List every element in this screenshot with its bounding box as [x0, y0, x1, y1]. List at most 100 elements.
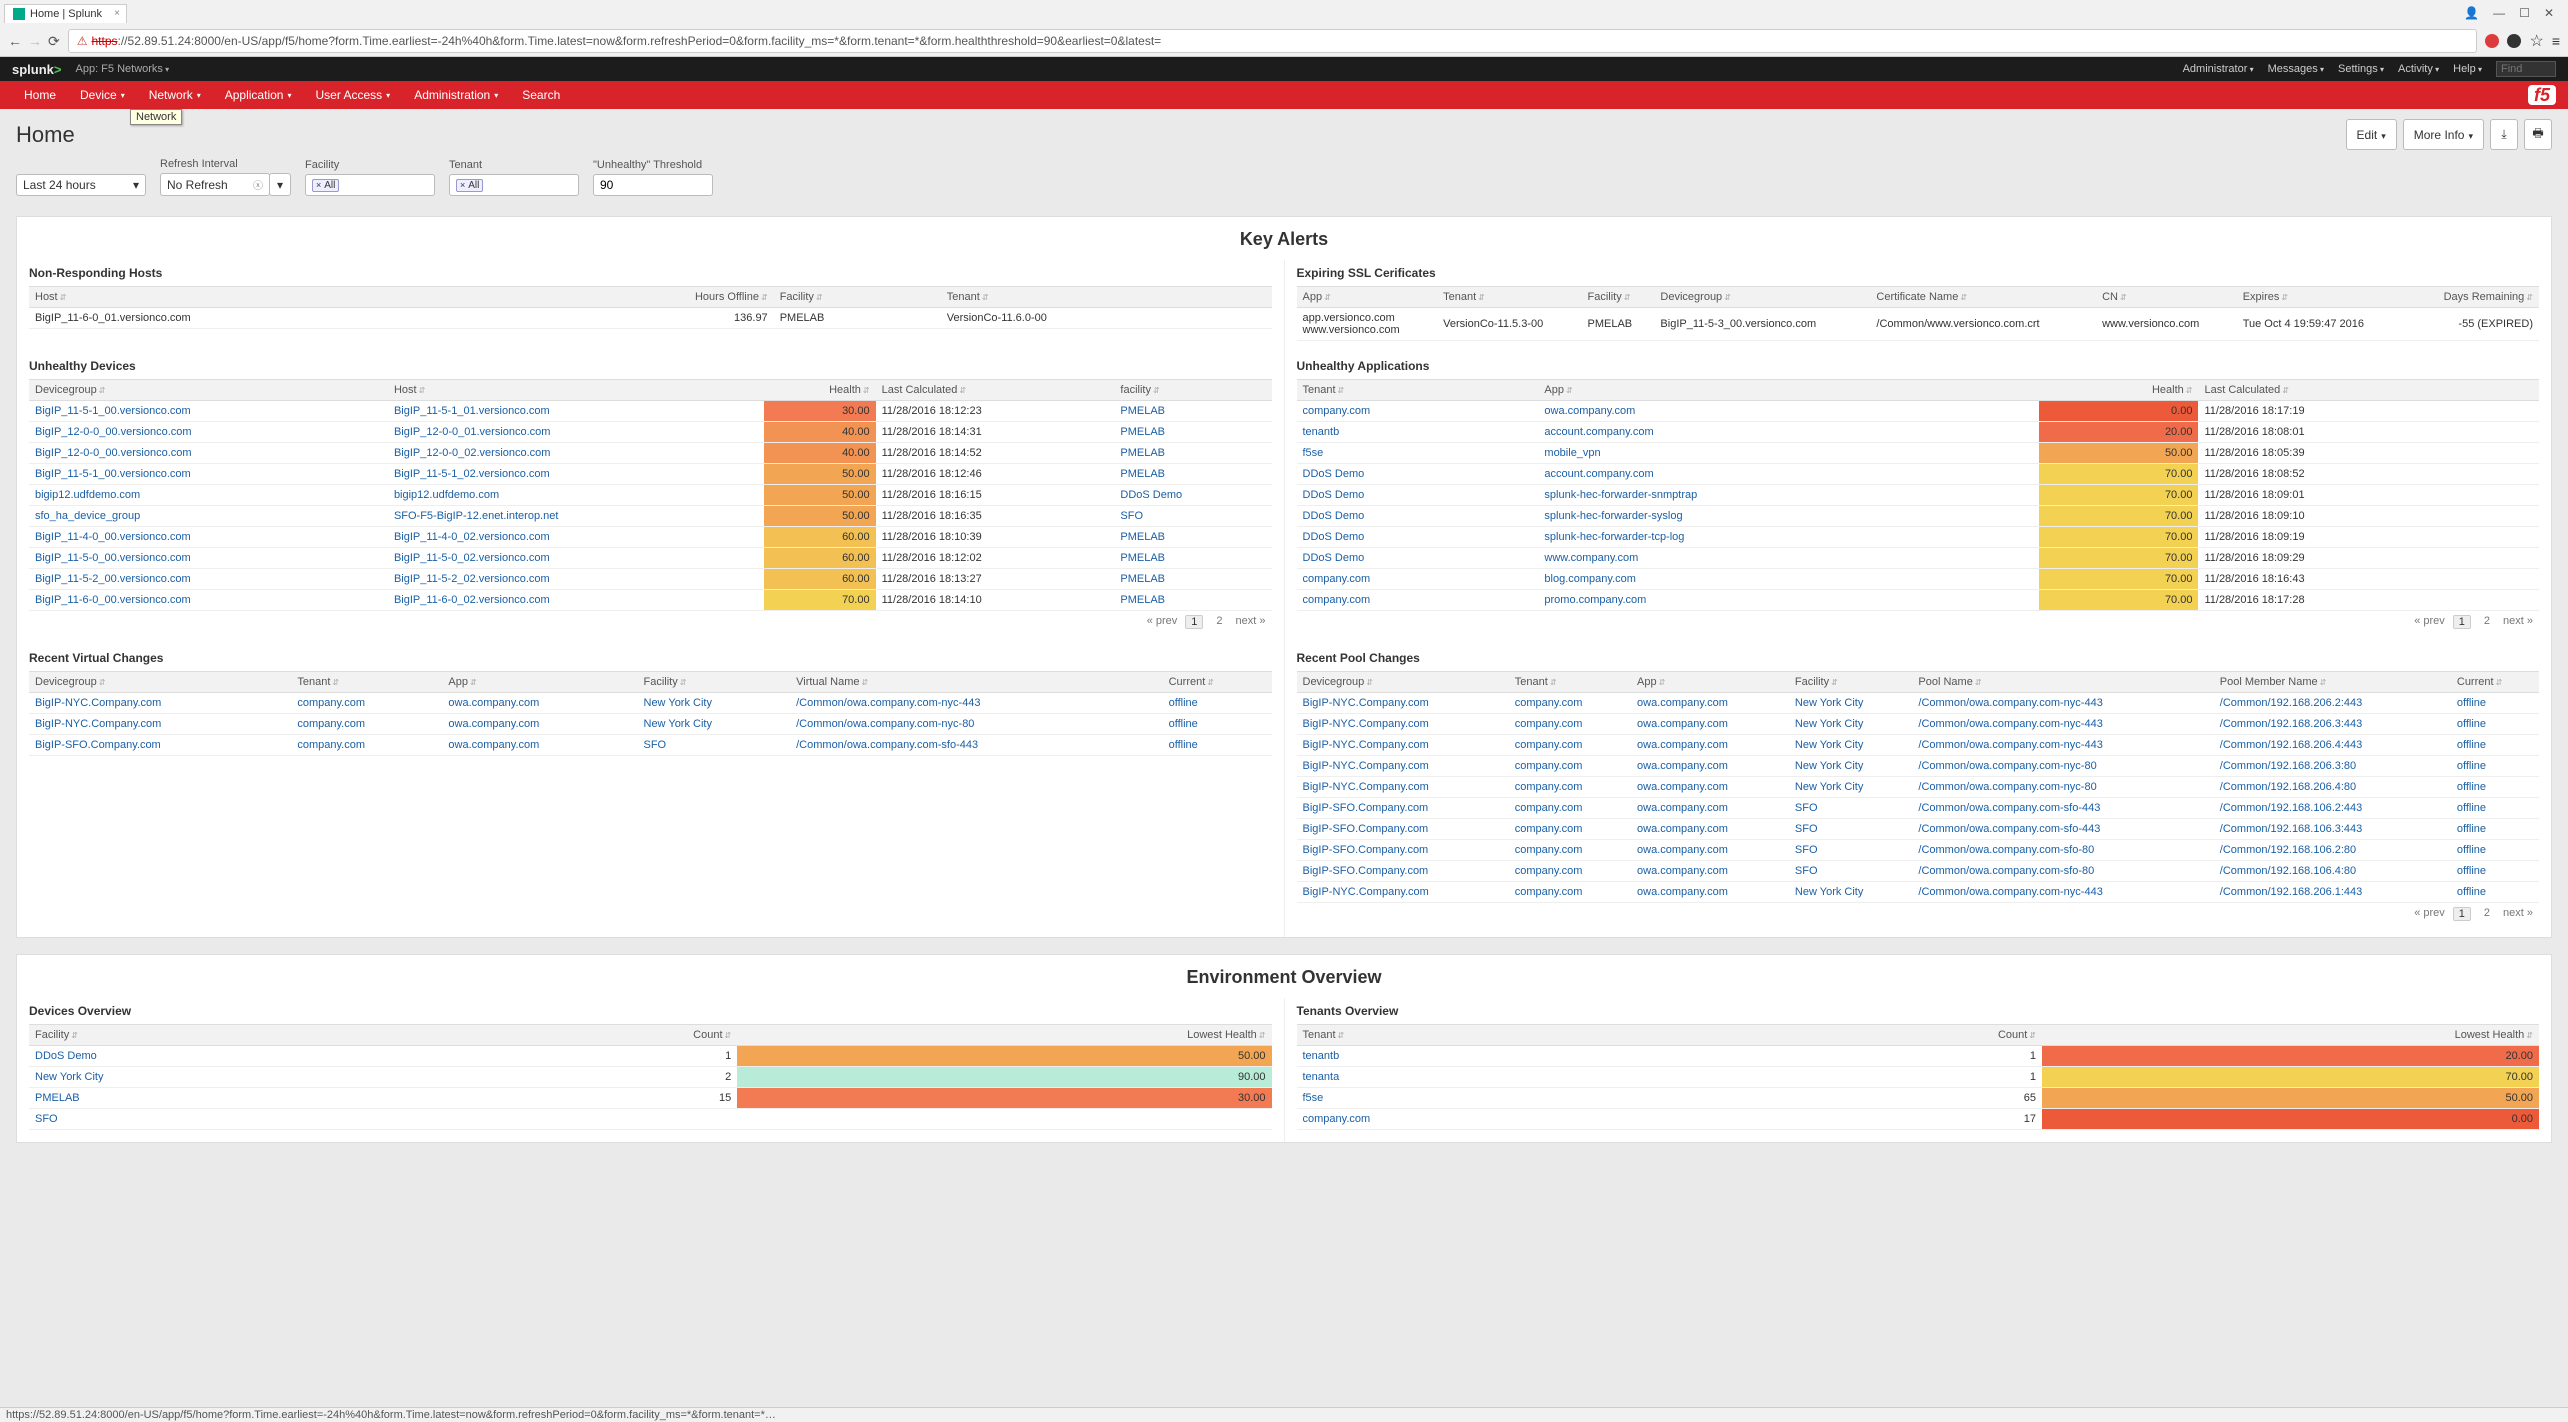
time-range-picker[interactable]: Last 24 hours▾ — [16, 159, 146, 196]
link[interactable]: f5se — [1303, 447, 1324, 459]
column-header[interactable]: Hours Offline⇵ — [524, 287, 774, 308]
table-row[interactable]: DDoS Demosplunk-hec-forwarder-tcp-log70.… — [1297, 527, 2540, 548]
link[interactable]: account.company.com — [1544, 468, 1653, 480]
column-header[interactable]: Tenant⇵ — [291, 672, 442, 693]
link[interactable]: BigIP-NYC.Company.com — [1303, 760, 1429, 772]
link[interactable]: BigIP-NYC.Company.com — [1303, 781, 1429, 793]
link[interactable]: owa.company.com — [1544, 405, 1635, 417]
link[interactable]: BigIP_12-0-0_00.versionco.com — [35, 447, 192, 459]
link[interactable]: company.com — [1515, 823, 1583, 835]
link[interactable]: offline — [2457, 697, 2486, 709]
link[interactable]: /Common/owa.company.com-nyc-443 — [1918, 886, 2102, 898]
link[interactable]: owa.company.com — [1637, 697, 1728, 709]
link[interactable]: BigIP_12-0-0_02.versionco.com — [394, 447, 551, 459]
link[interactable]: BigIP-NYC.Company.com — [1303, 739, 1429, 751]
table-row[interactable]: company.comblog.company.com70.0011/28/20… — [1297, 569, 2540, 590]
window-minimize-icon[interactable]: — — [2493, 6, 2505, 20]
link[interactable]: New York City — [644, 697, 712, 709]
column-header[interactable]: Host⇵ — [388, 380, 764, 401]
table-row[interactable]: f5semobile_vpn50.0011/28/2016 18:05:39 — [1297, 443, 2540, 464]
nav-device[interactable]: Device — [68, 81, 137, 109]
table-row[interactable]: BigIP-NYC.Company.comcompany.comowa.comp… — [1297, 882, 2540, 903]
link[interactable]: splunk-hec-forwarder-snmptrap — [1544, 489, 1697, 501]
link[interactable]: SFO-F5-BigIP-12.enet.interop.net — [394, 510, 558, 522]
table-row[interactable]: DDoS Demosplunk-hec-forwarder-syslog70.0… — [1297, 506, 2540, 527]
column-header[interactable]: Count⇵ — [464, 1025, 737, 1046]
column-header[interactable]: Facility⇵ — [774, 287, 941, 308]
link[interactable]: BigIP_11-5-1_00.versionco.com — [35, 405, 191, 417]
link[interactable]: /Common/owa.company.com-nyc-443 — [1918, 697, 2102, 709]
table-row[interactable]: PMELAB1530.00 — [29, 1088, 1272, 1109]
link[interactable]: PMELAB — [1120, 531, 1165, 543]
column-header[interactable]: Devicegroup⇵ — [29, 380, 388, 401]
link[interactable]: BigIP_11-4-0_00.versionco.com — [35, 531, 191, 543]
link[interactable]: SFO — [644, 739, 667, 751]
link[interactable]: /Common/owa.company.com-nyc-443 — [1918, 718, 2102, 730]
link[interactable]: BigIP_12-0-0_00.versionco.com — [35, 426, 192, 438]
link[interactable]: sfo_ha_device_group — [35, 510, 140, 522]
link[interactable]: DDoS Demo — [1303, 531, 1365, 543]
link[interactable]: blog.company.com — [1544, 573, 1636, 585]
nav-application[interactable]: Application — [213, 81, 304, 109]
ext2-icon[interactable] — [2507, 34, 2521, 48]
link[interactable]: /Common/owa.company.com-nyc-443 — [796, 697, 980, 709]
link[interactable]: owa.company.com — [448, 739, 539, 751]
link[interactable]: DDoS Demo — [1303, 510, 1365, 522]
table-row[interactable]: DDoS Demo150.00 — [29, 1046, 1272, 1067]
pager-page-2[interactable]: 2 — [2479, 907, 2495, 921]
link[interactable]: tenantb — [1303, 1050, 1340, 1062]
url-input[interactable]: ⚠ https://52.89.51.24:8000/en-US/app/f5/… — [68, 29, 2478, 53]
link[interactable]: BigIP-SFO.Company.com — [1303, 865, 1429, 877]
link[interactable]: /Common/owa.company.com-sfo-443 — [796, 739, 978, 751]
table-row[interactable]: DDoS Demoaccount.company.com70.0011/28/2… — [1297, 464, 2540, 485]
link[interactable]: account.company.com — [1544, 426, 1653, 438]
table-row[interactable]: company.comowa.company.com0.0011/28/2016… — [1297, 401, 2540, 422]
link[interactable]: BigIP_11-5-0_02.versionco.com — [394, 552, 550, 564]
link[interactable]: /Common/192.168.206.3:80 — [2220, 760, 2356, 772]
table-row[interactable]: BigIP-NYC.Company.comcompany.comowa.comp… — [29, 714, 1272, 735]
table-row[interactable]: BigIP-SFO.Company.comcompany.comowa.comp… — [1297, 861, 2540, 882]
link[interactable]: owa.company.com — [448, 718, 539, 730]
table-row[interactable]: BigIP_11-5-1_00.versionco.comBigIP_11-5-… — [29, 401, 1272, 422]
table-row[interactable]: f5se6550.00 — [1297, 1088, 2540, 1109]
column-header[interactable]: Devicegroup⇵ — [1654, 287, 1870, 308]
link[interactable]: company.com — [1515, 697, 1583, 709]
link[interactable]: /Common/192.168.206.3:443 — [2220, 718, 2363, 730]
link[interactable]: New York City — [1795, 697, 1863, 709]
reload-icon[interactable]: ⟳ — [48, 33, 60, 50]
link[interactable]: owa.company.com — [1637, 739, 1728, 751]
table-row[interactable]: BigIP-SFO.Company.comcompany.comowa.comp… — [1297, 840, 2540, 861]
link[interactable]: /Common/192.168.106.3:443 — [2220, 823, 2363, 835]
menu-icon[interactable]: ≡ — [2552, 33, 2560, 49]
pager-next[interactable]: next » — [2503, 907, 2533, 921]
link[interactable]: /Common/192.168.106.2:443 — [2220, 802, 2363, 814]
column-header[interactable]: Health⇵ — [2039, 380, 2198, 401]
link[interactable]: owa.company.com — [1637, 718, 1728, 730]
link[interactable]: BigIP-SFO.Company.com — [1303, 823, 1429, 835]
activity-menu[interactable]: Activity — [2398, 63, 2439, 75]
column-header[interactable]: Devicegroup⇵ — [29, 672, 291, 693]
link[interactable]: www.company.com — [1544, 552, 1638, 564]
messages-menu[interactable]: Messages — [2268, 63, 2324, 75]
link[interactable]: bigip12.udfdemo.com — [35, 489, 140, 501]
column-header[interactable]: Health⇵ — [764, 380, 876, 401]
table-row[interactable]: SFO — [29, 1109, 1272, 1130]
link[interactable]: f5se — [1303, 1092, 1324, 1104]
column-header[interactable]: Lowest Health⇵ — [2042, 1025, 2539, 1046]
link[interactable]: offline — [1169, 697, 1198, 709]
table-row[interactable]: tenanta170.00 — [1297, 1067, 2540, 1088]
edit-button[interactable]: Edit — [2346, 119, 2397, 150]
link[interactable]: /Common/owa.company.com-nyc-80 — [1918, 760, 2096, 772]
link[interactable]: /Common/owa.company.com-sfo-443 — [1918, 802, 2100, 814]
table-row[interactable]: BigIP_11-5-2_00.versionco.comBigIP_11-5-… — [29, 569, 1272, 590]
column-header[interactable]: Current⇵ — [1163, 672, 1272, 693]
table-row[interactable]: sfo_ha_device_group SFO-F5-BigIP-12.enet.… — [29, 506, 1272, 527]
table-row[interactable]: BigIP_12-0-0_00.versionco.comBigIP_12-0-… — [29, 422, 1272, 443]
link[interactable]: promo.company.com — [1544, 594, 1646, 606]
pager-page-2[interactable]: 2 — [2479, 615, 2495, 629]
remove-tag-icon[interactable]: × — [316, 180, 321, 190]
pager-page-1[interactable]: 1 — [2453, 615, 2471, 629]
pager-next[interactable]: next » — [1236, 615, 1266, 629]
link[interactable]: PMELAB — [1120, 447, 1165, 459]
link[interactable]: owa.company.com — [1637, 781, 1728, 793]
